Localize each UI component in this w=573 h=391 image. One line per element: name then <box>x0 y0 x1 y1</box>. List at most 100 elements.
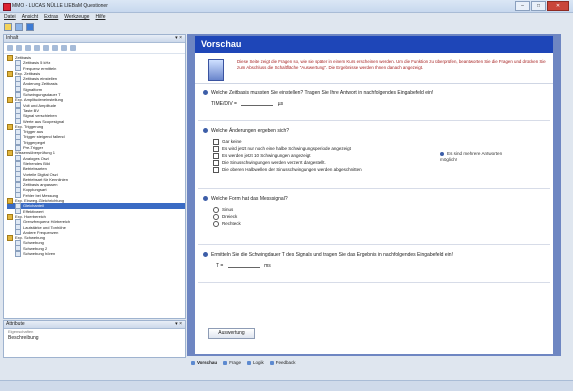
question-1-prefix: TIME/DIV = <box>211 101 237 107</box>
option-label: Es wird jetzt nur noch eine halbe Schwin… <box>222 146 351 151</box>
tab-vorschau[interactable]: Vorschau <box>191 360 217 365</box>
option-label: Dreieck <box>222 214 238 219</box>
radio-option-rechteck[interactable]: Rechteck <box>213 220 548 227</box>
option-label: Die oberen Halbwellen der Sinusschwingun… <box>222 167 362 172</box>
menu-hilfe[interactable]: Hilfe <box>95 13 105 21</box>
view-tabs: Vorschau Frage Logik Feedback <box>187 358 565 367</box>
info-illustration-icon <box>208 59 224 81</box>
option-label: Die Sinusschwingungen werden verzerrt da… <box>222 160 326 165</box>
question-3-text: Welche Form hat das Messsignal? <box>211 196 288 202</box>
intro-section: Diese Seite zeigt die Fragen so, wie sie… <box>195 53 553 84</box>
move-down-icon[interactable] <box>52 45 58 51</box>
question-4-prefix: T = <box>216 263 224 269</box>
checkbox[interactable] <box>213 159 219 166</box>
option-label: Es werden jetzt 10 Schwingungen angezeig… <box>222 153 311 158</box>
menu-extras[interactable]: Extras <box>44 13 58 21</box>
checkbox[interactable] <box>213 145 219 152</box>
radio[interactable] <box>213 213 219 220</box>
add-item-icon[interactable] <box>16 45 22 51</box>
preview-document: Vorschau Diese Seite zeigt die Fragen so… <box>195 36 553 354</box>
divider <box>198 244 550 245</box>
properties-title: Attribute <box>6 321 25 327</box>
folder-icon <box>7 234 13 241</box>
answer-option-5[interactable]: Die oberen Halbwellen der Sinusschwingun… <box>213 166 548 173</box>
properties-value: Beschreibung <box>8 335 39 341</box>
save-icon[interactable] <box>26 23 34 31</box>
question-1: Welche Zeitbasis mussten Sie einstellen?… <box>203 90 548 107</box>
intro-text: Diese Seite zeigt die Fragen so, wie sie… <box>237 59 546 70</box>
folder-icon <box>7 123 13 130</box>
preview-title: Vorschau <box>195 36 553 53</box>
tab-label: Feedback <box>275 360 296 365</box>
minimize-button[interactable]: – <box>515 1 530 11</box>
evaluate-button[interactable]: Auswertung <box>208 328 255 339</box>
folder-icon <box>7 150 13 156</box>
divider <box>198 120 550 121</box>
app-icon <box>3 3 11 11</box>
question-2-text: Welche Änderungen ergeben sich? <box>211 128 290 134</box>
move-left-icon[interactable] <box>61 45 67 51</box>
radio[interactable] <box>213 220 219 227</box>
question-tab-icon <box>223 360 228 365</box>
tree-toolbar <box>4 43 185 54</box>
folder-icon <box>7 197 13 204</box>
tree-item[interactable]: Schwebung hören <box>7 250 185 257</box>
properties-pane: Attribute ▾ × Eigenschaften Beschreibung <box>3 320 186 358</box>
multiple-answers-hint: Es sind mehrere Antworten möglich! <box>440 151 510 163</box>
checkbox[interactable] <box>213 166 219 173</box>
divider <box>198 282 550 283</box>
preview-icon <box>191 360 195 365</box>
menu-ansicht[interactable]: Ansicht <box>22 13 38 21</box>
content-tree: Zeitbasis Zeitbasis 5 kHz Frequenz ermitte… <box>4 54 185 257</box>
folder-icon <box>7 70 13 77</box>
radio-option-sinus[interactable]: Sinus <box>213 206 548 213</box>
tree-pane-title: Inhalt <box>6 35 19 41</box>
add-folder-icon[interactable] <box>7 45 13 51</box>
maximize-button[interactable]: □ <box>531 1 546 11</box>
question-4-unit: ms <box>264 263 271 269</box>
menu-datei[interactable]: Datei <box>4 13 16 21</box>
logic-icon <box>246 360 251 365</box>
menu-bar: Datei Ansicht Extras Werkzeuge Hilfe <box>0 13 573 21</box>
delete-icon[interactable] <box>25 45 31 51</box>
checkbox[interactable] <box>213 138 219 145</box>
radio-option-dreieck[interactable]: Dreieck <box>213 213 548 220</box>
folder-icon <box>7 97 13 104</box>
tree-item-label: Schwebung hören <box>23 250 56 256</box>
answer-option-1[interactable]: Gar keine <box>213 138 548 145</box>
move-up-icon[interactable] <box>43 45 49 51</box>
move-right-icon[interactable] <box>70 45 76 51</box>
new-icon[interactable] <box>15 23 23 31</box>
main-toolbar <box>0 22 573 32</box>
checkbox[interactable] <box>213 152 219 159</box>
close-button[interactable]: ✕ <box>547 1 569 11</box>
feedback-icon <box>269 360 274 365</box>
tab-label: Vorschau <box>197 360 218 365</box>
radio[interactable] <box>213 206 219 213</box>
pane-pin-icon[interactable]: ▾ × <box>175 35 182 42</box>
title-bar: MMO - LUCAS NÜLLE LIEBaM Questioner – □ … <box>0 0 573 13</box>
properties-pin-icon[interactable]: ▾ × <box>175 321 182 328</box>
page-icon <box>15 250 21 257</box>
time-div-input[interactable] <box>241 101 274 107</box>
tab-label: Frage <box>229 360 241 365</box>
question-icon <box>203 90 208 96</box>
tab-feedback[interactable]: Feedback <box>269 360 296 365</box>
divider <box>198 188 550 189</box>
tab-logik[interactable]: Logik <box>246 360 264 365</box>
question-1-unit: µs <box>277 101 284 107</box>
question-icon <box>203 252 208 258</box>
copy-icon[interactable] <box>34 45 40 51</box>
folder-icon <box>7 54 13 61</box>
period-input[interactable] <box>227 263 260 269</box>
open-icon[interactable] <box>4 23 12 31</box>
question-4-text: Ermitteln Sie die Schwingdauer T des Sig… <box>211 252 453 258</box>
hint-text: Es sind mehrere Antworten möglich! <box>440 151 503 162</box>
tab-frage[interactable]: Frage <box>223 360 241 365</box>
window-title: MMO - LUCAS NÜLLE LIEBaM Questioner <box>12 3 108 9</box>
tree-pane-header: Inhalt ▾ × <box>4 35 185 43</box>
menu-werkzeuge[interactable]: Werkzeuge <box>64 13 89 21</box>
question-4: Ermitteln Sie die Schwingdauer T des Sig… <box>203 252 548 269</box>
hint-icon <box>440 151 444 156</box>
preview-pane: Vorschau Diese Seite zeigt die Fragen so… <box>187 34 561 356</box>
